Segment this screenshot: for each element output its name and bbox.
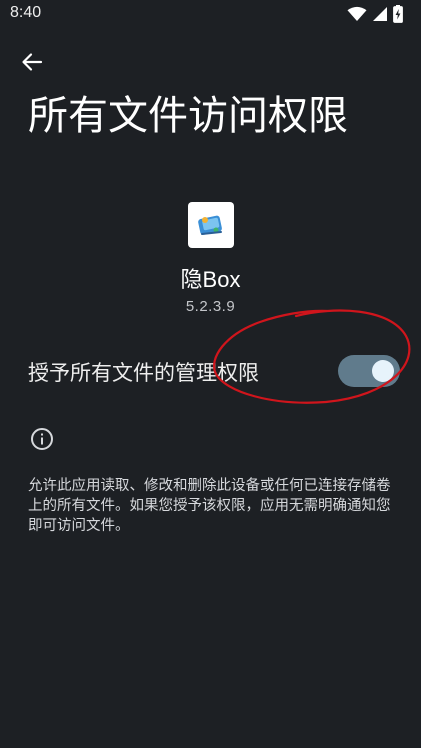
status-bar: 8:40 xyxy=(0,0,421,30)
battery-charging-icon xyxy=(393,5,403,23)
info-icon xyxy=(31,428,53,450)
status-icons xyxy=(347,4,403,24)
switch-thumb xyxy=(372,360,394,382)
wifi-icon xyxy=(347,6,367,21)
cellular-signal-icon xyxy=(373,7,387,21)
app-name: 隐Box xyxy=(180,267,241,292)
status-time: 8:40 xyxy=(10,4,42,21)
back-button[interactable] xyxy=(14,46,50,78)
permission-label: 授予所有文件的管理权限 xyxy=(28,361,259,385)
app-icon xyxy=(188,202,234,248)
arrow-back-icon xyxy=(22,53,43,71)
app-version: 5.2.3.9 xyxy=(185,298,236,315)
all-files-permission-row[interactable]: 授予所有文件的管理权限 xyxy=(0,340,421,402)
page-title: 所有文件访问权限 xyxy=(28,93,348,139)
permission-description: 允许此应用读取、修改和删除此设备或任何已连接存储卷上的所有文件。如果您授予该权限… xyxy=(28,478,391,534)
app-logo-icon xyxy=(198,215,222,235)
